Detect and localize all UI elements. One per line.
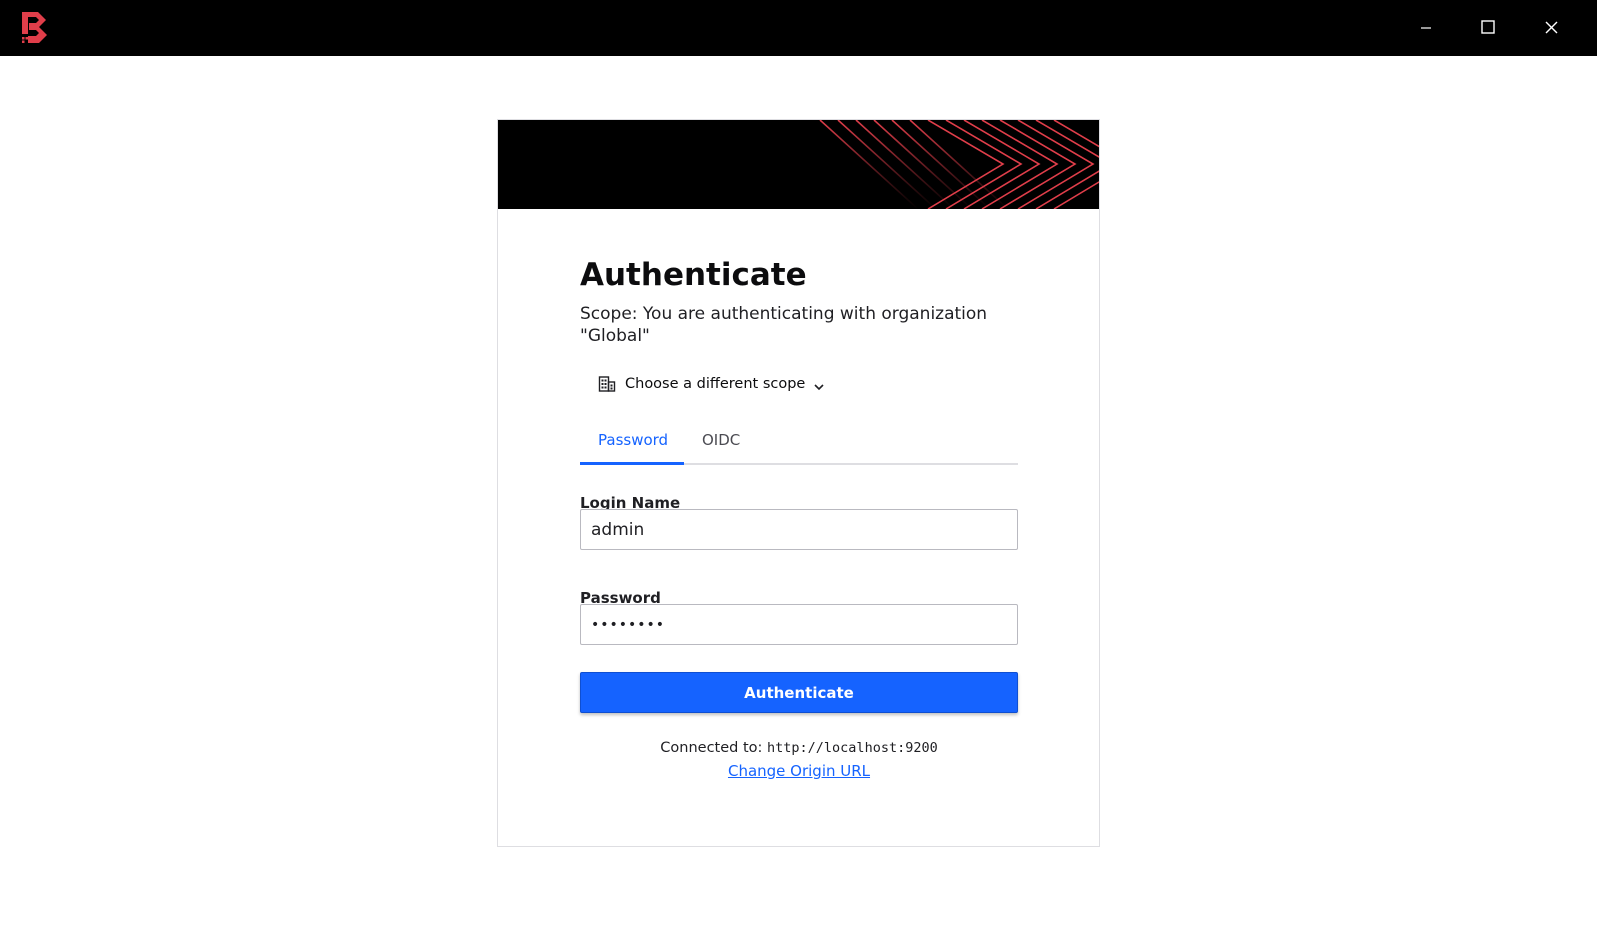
change-origin-link[interactable]: Change Origin URL: [728, 762, 870, 780]
close-button[interactable]: [1520, 0, 1582, 56]
card-banner: [498, 120, 1099, 209]
tab-oidc[interactable]: OIDC: [684, 424, 758, 465]
password-input[interactable]: ••••••••: [580, 604, 1018, 645]
scope-picker-label: Choose a different scope: [625, 376, 806, 392]
change-origin-container: Change Origin URL: [580, 762, 1018, 780]
scope-description: Scope: You are authenticating with organ…: [580, 304, 988, 346]
window-titlebar: [0, 0, 1597, 56]
auth-card: Authenticate Scope: You are authenticati…: [497, 119, 1100, 847]
minimize-button[interactable]: [1395, 0, 1457, 56]
maximize-icon: [1481, 19, 1495, 38]
banner-pattern: [819, 120, 1099, 209]
boundary-logo-icon: [20, 12, 50, 44]
page-title: Authenticate: [580, 257, 807, 293]
close-icon: [1545, 19, 1558, 38]
auth-method-tabs: Password OIDC: [580, 424, 1018, 465]
chevron-down-icon: [813, 378, 825, 391]
minimize-icon: [1420, 19, 1432, 38]
login-name-input[interactable]: admin: [580, 509, 1018, 550]
scope-picker-button[interactable]: Choose a different scope: [598, 371, 825, 397]
authenticate-button[interactable]: Authenticate: [580, 672, 1018, 713]
building-icon: [598, 375, 616, 393]
connected-prefix: Connected to:: [660, 740, 763, 756]
connected-url: http://localhost:9200: [767, 740, 938, 756]
tab-password[interactable]: Password: [580, 424, 684, 465]
connection-info: Connected to: http://localhost:9200: [580, 740, 1018, 756]
maximize-button[interactable]: [1457, 0, 1519, 56]
